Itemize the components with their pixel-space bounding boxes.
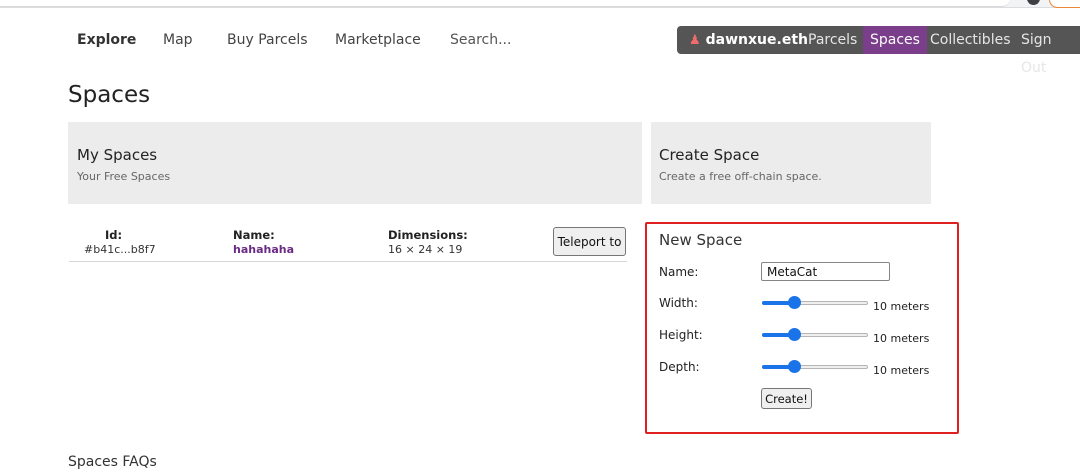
- account-sign-out[interactable]: Sign Out: [1021, 26, 1080, 76]
- create-space-panel: Create Space Create a free off-chain spa…: [651, 122, 931, 204]
- nav-map[interactable]: Map: [163, 32, 193, 48]
- space-dimensions: 16 × 24 × 19: [388, 243, 463, 256]
- width-value: 10 meters: [873, 300, 930, 313]
- column-header-name: Name:: [233, 228, 275, 242]
- depth-label: Depth:: [659, 360, 700, 374]
- profile-avatar[interactable]: [1027, 0, 1040, 5]
- address-bar[interactable]: [0, 0, 1010, 7]
- name-label: Name:: [659, 265, 699, 279]
- create-button[interactable]: Create!: [761, 388, 812, 409]
- height-slider[interactable]: [762, 328, 868, 342]
- column-header-dimensions: Dimensions:: [388, 228, 468, 242]
- teleport-button[interactable]: Teleport to: [553, 227, 626, 256]
- username-label: dawnxue.eth: [705, 32, 808, 48]
- browser-chrome: [0, 0, 1080, 8]
- account-spaces[interactable]: Spaces: [863, 26, 927, 54]
- my-spaces-panel: My Spaces Your Free Spaces: [68, 122, 642, 204]
- row-divider: [69, 261, 627, 262]
- browser-action-pill[interactable]: [1049, 0, 1080, 8]
- depth-value: 10 meters: [873, 364, 930, 377]
- depth-slider-thumb[interactable]: [788, 360, 802, 373]
- new-space-title: New Space: [659, 231, 743, 249]
- my-spaces-subtitle: Your Free Spaces: [77, 170, 171, 183]
- my-spaces-title: My Spaces: [77, 146, 158, 164]
- create-space-title: Create Space: [659, 146, 760, 164]
- nav-buy-parcels[interactable]: Buy Parcels: [227, 32, 308, 48]
- account-parcels[interactable]: Parcels: [808, 26, 857, 54]
- height-value: 10 meters: [873, 332, 930, 345]
- account-collectibles[interactable]: Collectibles: [930, 26, 1011, 54]
- user-icon: ♟: [689, 33, 701, 48]
- page-title: Spaces: [68, 82, 151, 108]
- nav-marketplace[interactable]: Marketplace: [335, 32, 421, 48]
- depth-slider[interactable]: [762, 360, 868, 374]
- height-label: Height:: [659, 328, 703, 342]
- column-header-id: Id:: [105, 228, 123, 242]
- account-username[interactable]: ♟ dawnxue.eth: [689, 26, 808, 54]
- spaces-faqs-heading: Spaces FAQs: [68, 454, 157, 470]
- width-label: Width:: [659, 296, 698, 310]
- nav-explore[interactable]: Explore: [77, 32, 136, 48]
- create-space-subtitle: Create a free off-chain space.: [659, 170, 822, 183]
- width-slider[interactable]: [762, 296, 868, 310]
- space-name-link[interactable]: hahahaha: [233, 243, 294, 256]
- height-slider-thumb[interactable]: [788, 328, 802, 341]
- nav-search[interactable]: Search...: [450, 32, 511, 48]
- space-name-input[interactable]: [761, 262, 890, 281]
- space-id: #b41c...b8f7: [84, 243, 156, 256]
- width-slider-thumb[interactable]: [788, 296, 802, 309]
